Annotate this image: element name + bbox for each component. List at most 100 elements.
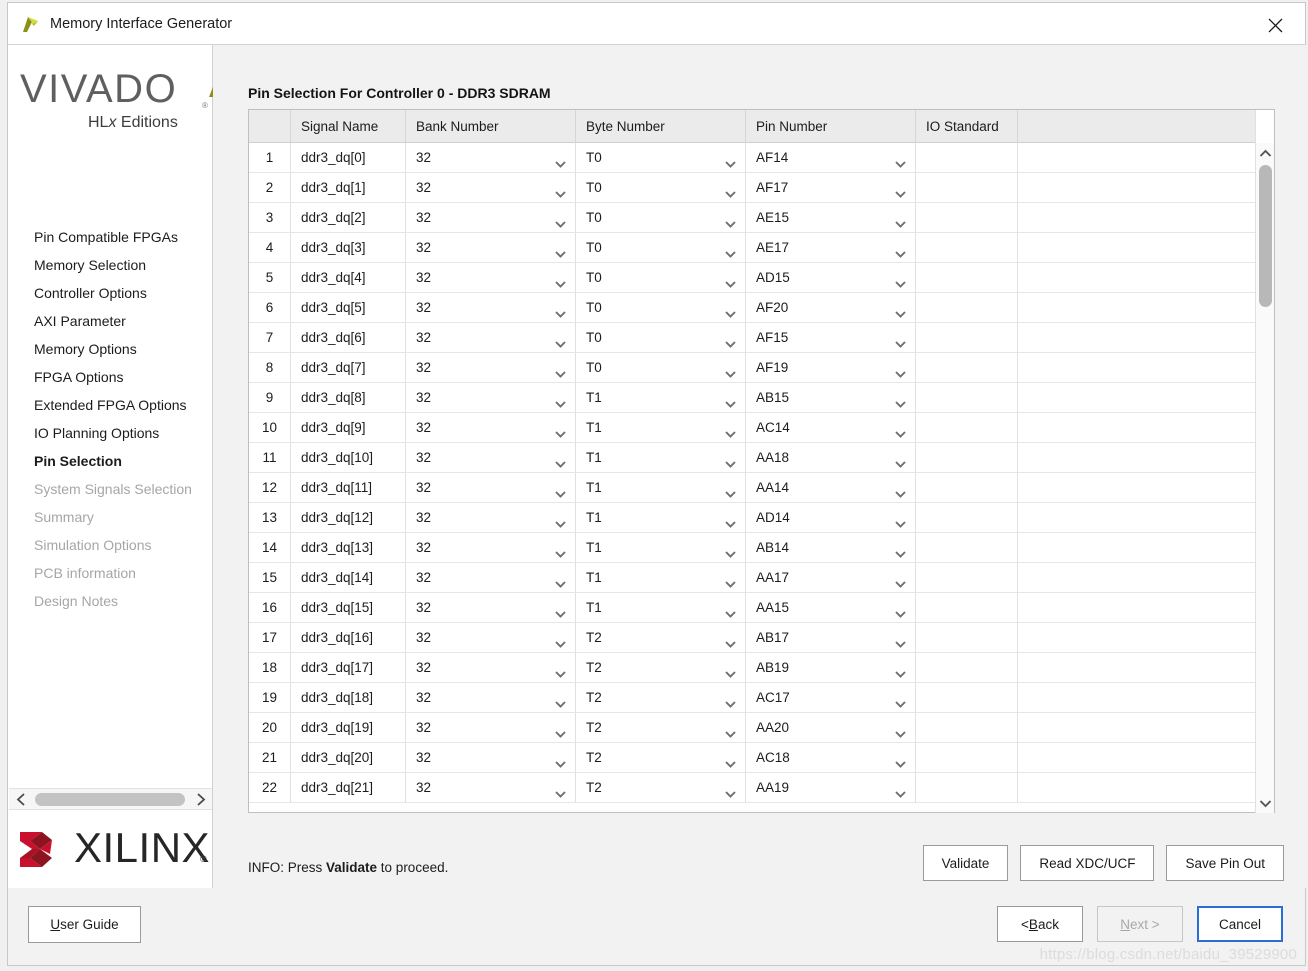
chevron-down-icon[interactable] — [894, 511, 907, 528]
chevron-down-icon[interactable] — [724, 751, 737, 768]
table-row[interactable]: 9 ddr3_dq[8] 32 T1 AB15 — [249, 383, 1255, 413]
chevron-down-icon[interactable] — [554, 751, 567, 768]
cell-pin-number[interactable]: AF17 — [746, 173, 916, 202]
chevron-down-icon[interactable] — [724, 181, 737, 198]
chevron-up-icon[interactable] — [1256, 144, 1275, 162]
chevron-down-icon[interactable] — [894, 601, 907, 618]
cell-byte-number[interactable]: T0 — [576, 293, 746, 322]
cell-byte-number[interactable]: T2 — [576, 773, 746, 802]
cell-bank-number[interactable]: 32 — [406, 443, 576, 472]
cell-bank-number[interactable]: 32 — [406, 293, 576, 322]
cell-bank-number[interactable]: 32 — [406, 383, 576, 412]
chevron-down-icon[interactable] — [894, 421, 907, 438]
table-vertical-scrollbar[interactable] — [1255, 143, 1274, 813]
chevron-down-icon[interactable] — [724, 421, 737, 438]
cell-bank-number[interactable]: 32 — [406, 173, 576, 202]
chevron-down-icon[interactable] — [894, 151, 907, 168]
cell-bank-number[interactable]: 32 — [406, 353, 576, 382]
column-header-io-standard[interactable]: IO Standard — [916, 110, 1018, 143]
chevron-down-icon[interactable] — [554, 301, 567, 318]
sidebar-item-fpga-options[interactable]: FPGA Options — [8, 363, 212, 391]
cell-pin-number[interactable]: AD14 — [746, 503, 916, 532]
column-header-bank-number[interactable]: Bank Number — [406, 110, 576, 143]
cell-byte-number[interactable]: T2 — [576, 713, 746, 742]
chevron-down-icon[interactable] — [724, 631, 737, 648]
chevron-down-icon[interactable] — [894, 691, 907, 708]
cell-bank-number[interactable]: 32 — [406, 203, 576, 232]
chevron-down-icon[interactable] — [724, 601, 737, 618]
cell-pin-number[interactable]: AA18 — [746, 443, 916, 472]
cell-byte-number[interactable]: T1 — [576, 533, 746, 562]
cell-byte-number[interactable]: T2 — [576, 743, 746, 772]
cell-byte-number[interactable]: T1 — [576, 443, 746, 472]
chevron-down-icon[interactable] — [554, 511, 567, 528]
cell-bank-number[interactable]: 32 — [406, 653, 576, 682]
chevron-down-icon[interactable] — [894, 181, 907, 198]
chevron-down-icon[interactable] — [724, 331, 737, 348]
chevron-down-icon[interactable] — [724, 301, 737, 318]
chevron-down-icon[interactable] — [554, 331, 567, 348]
sidebar-item-extended-fpga-options[interactable]: Extended FPGA Options — [8, 391, 212, 419]
cell-byte-number[interactable]: T0 — [576, 203, 746, 232]
cell-bank-number[interactable]: 32 — [406, 503, 576, 532]
chevron-down-icon[interactable] — [894, 211, 907, 228]
table-row[interactable]: 6 ddr3_dq[5] 32 T0 AF20 — [249, 293, 1255, 323]
cell-bank-number[interactable]: 32 — [406, 473, 576, 502]
validate-button[interactable]: Validate — [922, 845, 1009, 881]
cell-pin-number[interactable]: AA14 — [746, 473, 916, 502]
table-row[interactable]: 1 ddr3_dq[0] 32 T0 AF14 — [249, 143, 1255, 173]
table-row[interactable]: 22 ddr3_dq[21] 32 T2 AA19 — [249, 773, 1255, 803]
chevron-down-icon[interactable] — [724, 451, 737, 468]
chevron-down-icon[interactable] — [554, 661, 567, 678]
sidebar-item-axi-parameter[interactable]: AXI Parameter — [8, 307, 212, 335]
cell-byte-number[interactable]: T1 — [576, 503, 746, 532]
chevron-down-icon[interactable] — [724, 661, 737, 678]
sidebar-item-pin-selection[interactable]: Pin Selection — [8, 447, 212, 475]
cell-pin-number[interactable]: AC14 — [746, 413, 916, 442]
cell-bank-number[interactable]: 32 — [406, 743, 576, 772]
chevron-down-icon[interactable] — [554, 451, 567, 468]
chevron-down-icon[interactable] — [724, 721, 737, 738]
chevron-down-icon[interactable] — [724, 271, 737, 288]
cell-pin-number[interactable]: AF14 — [746, 143, 916, 172]
chevron-down-icon[interactable] — [724, 151, 737, 168]
table-scroll-thumb[interactable] — [1259, 165, 1272, 307]
table-row[interactable]: 14 ddr3_dq[13] 32 T1 AB14 — [249, 533, 1255, 563]
chevron-down-icon[interactable] — [894, 661, 907, 678]
column-header-blank-6[interactable] — [1018, 110, 1255, 143]
chevron-down-icon[interactable] — [554, 181, 567, 198]
chevron-down-icon[interactable] — [894, 481, 907, 498]
chevron-down-icon[interactable] — [894, 571, 907, 588]
cell-pin-number[interactable]: AA19 — [746, 773, 916, 802]
table-row[interactable]: 12 ddr3_dq[11] 32 T1 AA14 — [249, 473, 1255, 503]
cell-pin-number[interactable]: AE17 — [746, 233, 916, 262]
sidebar-scroll-thumb[interactable] — [35, 793, 185, 806]
sidebar-item-memory-selection[interactable]: Memory Selection — [8, 251, 212, 279]
chevron-down-icon[interactable] — [724, 571, 737, 588]
cell-byte-number[interactable]: T0 — [576, 323, 746, 352]
cell-pin-number[interactable]: AA15 — [746, 593, 916, 622]
back-button[interactable]: < Back — [997, 906, 1083, 942]
table-row[interactable]: 15 ddr3_dq[14] 32 T1 AA17 — [249, 563, 1255, 593]
chevron-down-icon[interactable] — [1256, 794, 1275, 812]
chevron-down-icon[interactable] — [894, 271, 907, 288]
cell-pin-number[interactable]: AF15 — [746, 323, 916, 352]
column-header-byte-number[interactable]: Byte Number — [576, 110, 746, 143]
chevron-down-icon[interactable] — [894, 301, 907, 318]
cell-bank-number[interactable]: 32 — [406, 323, 576, 352]
cell-pin-number[interactable]: AF20 — [746, 293, 916, 322]
table-row[interactable]: 21 ddr3_dq[20] 32 T2 AC18 — [249, 743, 1255, 773]
cell-byte-number[interactable]: T2 — [576, 623, 746, 652]
chevron-down-icon[interactable] — [894, 331, 907, 348]
table-row[interactable]: 5 ddr3_dq[4] 32 T0 AD15 — [249, 263, 1255, 293]
cell-pin-number[interactable]: AB17 — [746, 623, 916, 652]
chevron-down-icon[interactable] — [894, 751, 907, 768]
sidebar-item-controller-options[interactable]: Controller Options — [8, 279, 212, 307]
cell-pin-number[interactable]: AB19 — [746, 653, 916, 682]
chevron-down-icon[interactable] — [724, 211, 737, 228]
chevron-down-icon[interactable] — [554, 361, 567, 378]
cell-bank-number[interactable]: 32 — [406, 563, 576, 592]
cell-bank-number[interactable]: 32 — [406, 233, 576, 262]
cell-pin-number[interactable]: AB14 — [746, 533, 916, 562]
cell-byte-number[interactable]: T0 — [576, 143, 746, 172]
